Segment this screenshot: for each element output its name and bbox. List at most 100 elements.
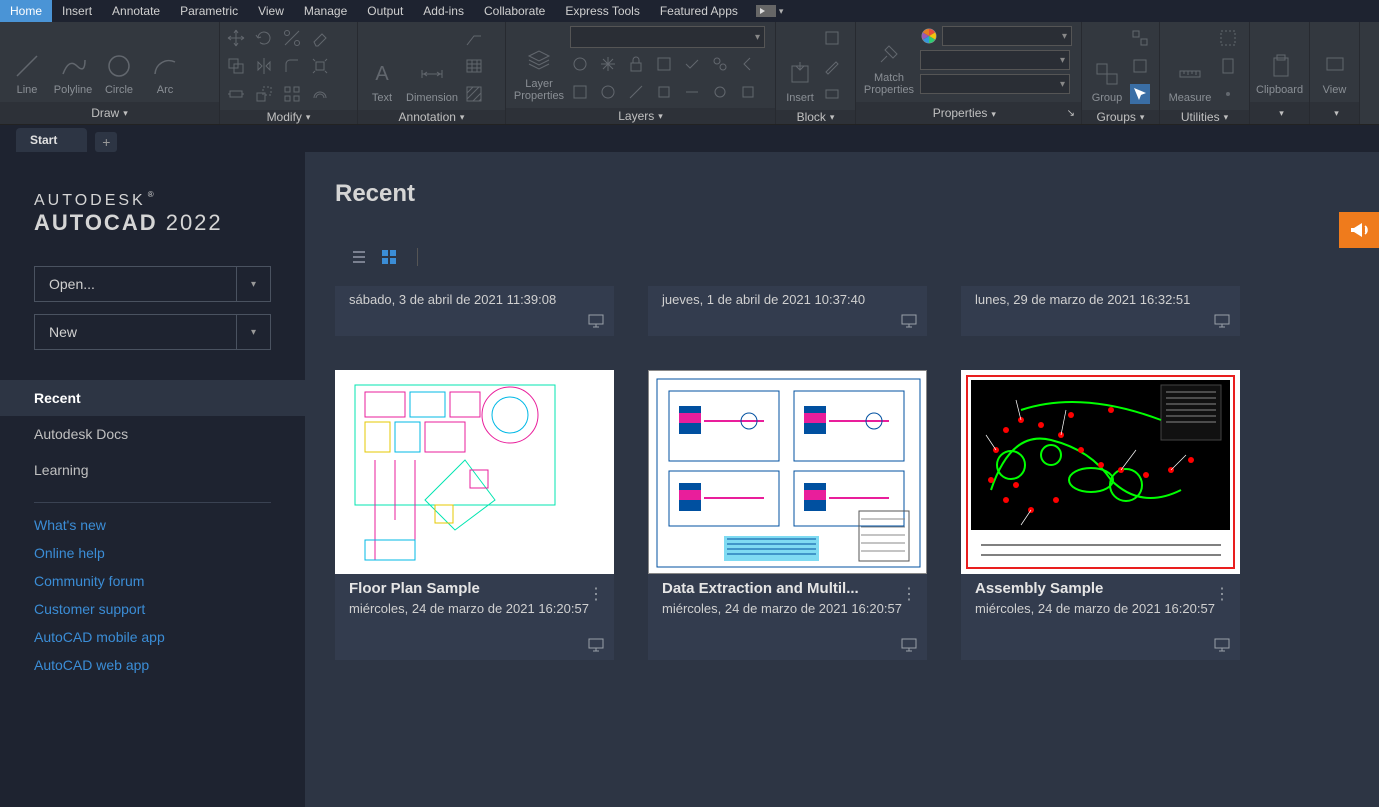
- quick-calc-icon[interactable]: [1218, 56, 1238, 76]
- menu-home[interactable]: Home: [0, 0, 52, 22]
- ribbon-title-modify[interactable]: Modify▾: [220, 110, 357, 124]
- nav-learning[interactable]: Learning: [0, 452, 305, 488]
- menu-extras[interactable]: ▾: [748, 0, 792, 22]
- explode-icon[interactable]: [310, 56, 330, 76]
- view-button[interactable]: View: [1316, 26, 1353, 100]
- recent-card[interactable]: sábado, 3 de abril de 2021 11:39:08: [335, 286, 614, 336]
- open-dropdown[interactable]: ▾: [236, 267, 270, 301]
- announcements-button[interactable]: [1339, 212, 1379, 248]
- ribbon-title-annotation[interactable]: Annotation▾: [358, 110, 505, 124]
- dimension-button[interactable]: Dimension: [404, 26, 460, 108]
- ribbon-title-layers[interactable]: Layers▾: [506, 108, 775, 124]
- grid-view-icon[interactable]: [381, 249, 397, 265]
- layer-tool10-icon[interactable]: [626, 82, 646, 102]
- layer-match-icon[interactable]: [710, 54, 730, 74]
- layer-dropdown[interactable]: ▾: [570, 26, 765, 48]
- menu-express-tools[interactable]: Express Tools: [555, 0, 649, 22]
- layer-make-current-icon[interactable]: [682, 54, 702, 74]
- group-edit-icon[interactable]: [1130, 56, 1150, 76]
- layer-tool9-icon[interactable]: [598, 82, 618, 102]
- ribbon-title-utilities[interactable]: Utilities▾: [1160, 110, 1249, 124]
- layer-off-icon[interactable]: [570, 54, 590, 74]
- hatch-icon[interactable]: [464, 84, 484, 104]
- new-button[interactable]: New ▾: [34, 314, 271, 350]
- layer-prev-icon[interactable]: [738, 54, 758, 74]
- color-dropdown[interactable]: ▾: [942, 26, 1072, 46]
- nav-autodesk-docs[interactable]: Autodesk Docs: [0, 416, 305, 452]
- menu-collaborate[interactable]: Collaborate: [474, 0, 555, 22]
- group-select-icon[interactable]: [1130, 84, 1150, 104]
- linetype-dropdown[interactable]: ▾: [920, 74, 1070, 94]
- menu-output[interactable]: Output: [357, 0, 413, 22]
- link-web-app[interactable]: AutoCAD web app: [34, 657, 271, 673]
- layer-tool11-icon[interactable]: [654, 82, 674, 102]
- create-block-icon[interactable]: [822, 28, 842, 48]
- layer-properties-button[interactable]: Layer Properties: [512, 26, 566, 106]
- ribbon-title-groups[interactable]: Groups▾: [1082, 110, 1159, 124]
- link-online-help[interactable]: Online help: [34, 545, 271, 561]
- menu-manage[interactable]: Manage: [294, 0, 357, 22]
- tab-add-button[interactable]: +: [95, 132, 117, 152]
- select-all-icon[interactable]: [1218, 28, 1238, 48]
- link-mobile-app[interactable]: AutoCAD mobile app: [34, 629, 271, 645]
- menu-annotate[interactable]: Annotate: [102, 0, 170, 22]
- move-icon[interactable]: [226, 28, 246, 48]
- tab-start[interactable]: Start: [16, 128, 87, 152]
- fillet-icon[interactable]: [282, 56, 302, 76]
- clipboard-button[interactable]: Clipboard: [1256, 26, 1303, 100]
- link-community-forum[interactable]: Community forum: [34, 573, 271, 589]
- ribbon-title-draw[interactable]: Draw▾: [0, 102, 219, 124]
- recent-card[interactable]: jueves, 1 de abril de 2021 10:37:40: [648, 286, 927, 336]
- recent-card-assembly[interactable]: Assembly Sample miércoles, 24 de marzo d…: [961, 370, 1240, 660]
- layer-tool14-icon[interactable]: [738, 82, 758, 102]
- layer-lock-icon[interactable]: [626, 54, 646, 74]
- mirror-icon[interactable]: [254, 56, 274, 76]
- draw-arc-button[interactable]: Arc: [144, 26, 186, 100]
- match-properties-button[interactable]: Match Properties: [862, 26, 916, 100]
- offset-icon[interactable]: [310, 84, 330, 104]
- lineweight-dropdown[interactable]: ▾: [920, 50, 1070, 70]
- trim-icon[interactable]: [282, 28, 302, 48]
- ungroup-icon[interactable]: [1130, 28, 1150, 48]
- copy-icon[interactable]: [226, 56, 246, 76]
- scale-icon[interactable]: [254, 84, 274, 104]
- ribbon-title-view[interactable]: ▾: [1310, 102, 1359, 124]
- leader-icon[interactable]: [464, 28, 484, 48]
- menu-view[interactable]: View: [248, 0, 294, 22]
- list-view-icon[interactable]: [351, 249, 367, 265]
- card-menu-icon[interactable]: ⋮: [588, 584, 604, 604]
- point-icon[interactable]: [1218, 84, 1238, 104]
- nav-recent[interactable]: Recent: [0, 380, 305, 416]
- new-dropdown[interactable]: ▾: [236, 315, 270, 349]
- layer-iso-icon[interactable]: [654, 54, 674, 74]
- edit-block-icon[interactable]: [822, 56, 842, 76]
- layer-tool13-icon[interactable]: [710, 82, 730, 102]
- menu-insert[interactable]: Insert: [52, 0, 102, 22]
- measure-button[interactable]: Measure: [1166, 26, 1214, 108]
- menu-featured-apps[interactable]: Featured Apps: [650, 0, 748, 22]
- menu-parametric[interactable]: Parametric: [170, 0, 248, 22]
- recent-card-data-extraction[interactable]: Data Extraction and Multil... miércoles,…: [648, 370, 927, 660]
- layer-tool12-icon[interactable]: [682, 82, 702, 102]
- draw-circle-button[interactable]: Circle: [98, 26, 140, 100]
- ribbon-title-block[interactable]: Block▾: [776, 110, 855, 124]
- stretch-icon[interactable]: [226, 84, 246, 104]
- layer-freeze-icon[interactable]: [598, 54, 618, 74]
- ribbon-title-clipboard[interactable]: ▾: [1250, 102, 1309, 124]
- layer-tool8-icon[interactable]: [570, 82, 590, 102]
- open-button[interactable]: Open... ▾: [34, 266, 271, 302]
- text-button[interactable]: A Text: [364, 26, 400, 108]
- recent-card[interactable]: lunes, 29 de marzo de 2021 16:32:51: [961, 286, 1240, 336]
- draw-line-button[interactable]: Line: [6, 26, 48, 100]
- table-icon[interactable]: [464, 56, 484, 76]
- rotate-icon[interactable]: [254, 28, 274, 48]
- card-menu-icon[interactable]: ⋮: [901, 584, 917, 604]
- recent-card-floor-plan[interactable]: Floor Plan Sample miércoles, 24 de marzo…: [335, 370, 614, 660]
- erase-icon[interactable]: [310, 28, 330, 48]
- insert-button[interactable]: Insert: [782, 26, 818, 108]
- link-whats-new[interactable]: What's new: [34, 517, 271, 533]
- array-icon[interactable]: [282, 84, 302, 104]
- ribbon-title-properties[interactable]: Properties▾↘: [856, 102, 1081, 124]
- link-customer-support[interactable]: Customer support: [34, 601, 271, 617]
- draw-polyline-button[interactable]: Polyline: [52, 26, 94, 100]
